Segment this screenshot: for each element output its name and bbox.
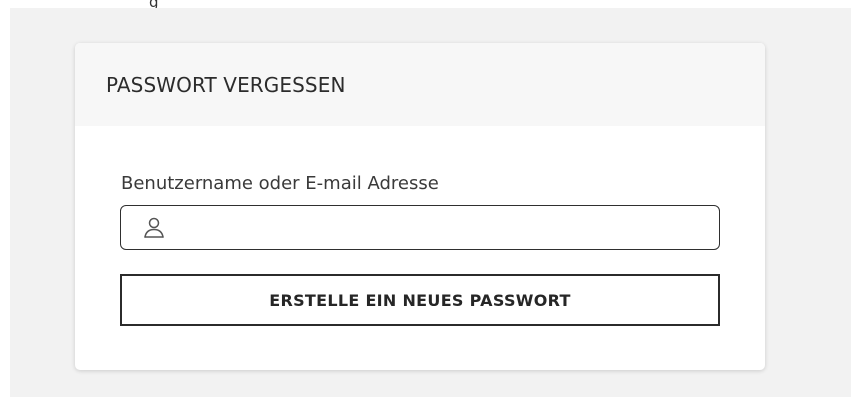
create-new-password-button[interactable]: ERSTELLE EIN NEUES PASSWORT bbox=[120, 274, 720, 326]
username-email-input-container[interactable] bbox=[120, 205, 720, 251]
card-title: PASSWORT VERGESSEN bbox=[106, 72, 346, 97]
username-email-input[interactable] bbox=[179, 206, 718, 251]
username-email-label: Benutzername oder E-mail Adresse bbox=[121, 173, 439, 194]
card-header: PASSWORT VERGESSEN bbox=[75, 43, 765, 126]
forgot-password-card: PASSWORT VERGESSEN Benutzername oder E-m… bbox=[75, 43, 765, 370]
cropped-top-text: g bbox=[149, 0, 269, 8]
user-icon bbox=[140, 215, 168, 241]
card-body: Benutzername oder E-mail Adresse ERSTELL… bbox=[75, 126, 765, 370]
